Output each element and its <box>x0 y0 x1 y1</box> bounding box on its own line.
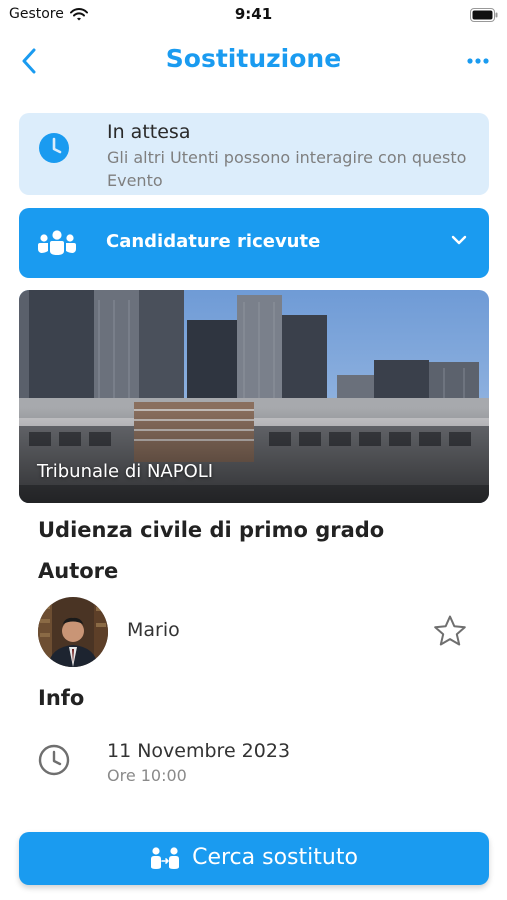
navigation-bar: Sostituzione <box>0 38 507 84</box>
favorite-button[interactable] <box>432 614 468 652</box>
clock-time: 9:41 <box>234 5 273 23</box>
info-heading: Info <box>38 686 85 710</box>
page-title: Sostituzione <box>165 44 342 73</box>
author-heading: Autore <box>38 559 119 583</box>
substitute-exchange-icon <box>151 846 180 869</box>
candidature-label: Candidature ricevute <box>106 231 321 252</box>
avatar-photo <box>38 597 108 667</box>
clock-outline-icon <box>38 744 70 776</box>
search-substitute-button[interactable]: Cerca sostituto <box>19 832 489 885</box>
cta-content: Cerca sostituto <box>19 845 489 870</box>
clock-icon <box>39 133 69 163</box>
status-bar: Gestore 9:41 <box>0 0 507 30</box>
event-title: Udienza civile di primo grado <box>38 518 385 542</box>
event-status-card: In attesa Gli altri Utenti possono inter… <box>19 113 489 195</box>
location-caption: Tribunale di NAPOLI <box>37 461 214 482</box>
event-time: Ore 10:00 <box>107 766 187 785</box>
candidature-dropdown[interactable]: Candidature ricevute <box>19 208 489 278</box>
cta-label: Cerca sostituto <box>192 845 358 870</box>
battery-icon <box>470 7 498 26</box>
event-date: 11 Novembre 2023 <box>107 740 291 762</box>
status-title: In attesa <box>107 121 191 143</box>
author-name: Mario <box>127 619 180 641</box>
group-users-icon <box>38 230 76 255</box>
author-avatar[interactable] <box>38 597 108 667</box>
ellipsis-icon <box>467 58 489 64</box>
status-description: Gli altri Utenti possono interagire con … <box>107 148 467 190</box>
chevron-down-icon <box>451 235 467 245</box>
star-outline-icon <box>434 615 466 646</box>
more-options-button[interactable] <box>463 46 493 76</box>
location-hero-image[interactable]: Tribunale di NAPOLI <box>19 290 489 503</box>
